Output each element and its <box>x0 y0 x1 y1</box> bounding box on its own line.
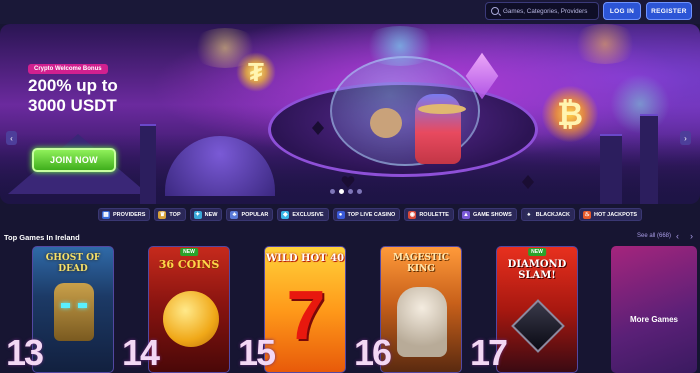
rank-number: 16 <box>354 332 392 373</box>
hero-banner[interactable]: ₮ ₿ Crypto Welcome Bonus 200% up to 3000… <box>0 24 700 204</box>
register-button[interactable]: REGISTER <box>646 2 692 20</box>
blackjack-icon: ♠ <box>524 210 533 219</box>
game-title: GHOST OF DEAD <box>45 253 101 274</box>
heart-suit-icon <box>341 176 355 188</box>
promo-title-line1: 200% up to <box>28 76 118 95</box>
promo-title-line2: 3000 USDT <box>28 96 117 115</box>
search-placeholder: Games, Categories, Providers <box>503 7 588 15</box>
seven-symbol-icon: 7 <box>286 276 326 354</box>
category-game-shows[interactable]: ▲ GAME SHOWS <box>457 208 517 221</box>
chevron-right-icon[interactable]: › <box>690 231 693 241</box>
promo-tag: Crypto Welcome Bonus <box>28 64 108 74</box>
category-popular[interactable]: ♣ POPULAR <box>226 208 274 221</box>
tether-icon: ₮ <box>236 52 276 92</box>
game-card-magestic-king[interactable]: MAGESTIC KING <box>380 246 462 373</box>
game-card-wild-hot-40[interactable]: WILD HOT 40 7 <box>264 246 346 373</box>
rank-number: 15 <box>238 332 276 373</box>
new-badge: NEW <box>528 248 546 256</box>
category-top-live-casino[interactable]: ● TOP LIVE CASINO <box>332 208 401 221</box>
carousel-prev-button[interactable]: ‹ <box>6 131 17 145</box>
game-card-36-coins[interactable]: NEW 36 COINS <box>148 246 230 373</box>
game-card-ghost-of-dead[interactable]: GHOST OF DEAD <box>32 246 114 373</box>
mask-illustration <box>54 283 94 341</box>
category-providers[interactable]: ▦ PROVIDERS <box>98 208 151 221</box>
rank-number: 13 <box>6 332 44 373</box>
carousel-dot-active[interactable] <box>339 189 344 194</box>
eye-glow <box>78 303 87 308</box>
new-badge: NEW <box>180 248 198 256</box>
diamond-illustration <box>511 299 565 353</box>
providers-icon: ▦ <box>102 210 110 219</box>
category-bar: ▦ PROVIDERS ♛ TOP ✦ NEW ♣ POPULAR ◆ EXCLUSIVE… <box>98 208 643 221</box>
diamond-icon: ◆ <box>281 210 290 219</box>
category-hot-jackpots[interactable]: ♨ HOT JACKPOTS <box>579 208 643 221</box>
carousel-dot[interactable] <box>330 189 335 194</box>
category-roulette[interactable]: ◉ ROULETTE <box>404 208 454 221</box>
building-decoration <box>600 134 622 204</box>
section-title: Top Games In Ireland <box>4 233 80 242</box>
category-label: POPULAR <box>241 211 269 218</box>
category-blackjack[interactable]: ♠ BLACKJACK <box>520 208 576 221</box>
category-label: PROVIDERS <box>113 211 146 218</box>
game-card-diamond-slam[interactable]: NEW DIAMOND SLAM! <box>496 246 578 373</box>
login-button[interactable]: LOG IN <box>603 2 641 20</box>
game-title: DIAMOND SLAM! <box>507 259 567 281</box>
diamond-suit-icon <box>522 175 534 189</box>
search-input[interactable]: Games, Categories, Providers <box>485 2 599 20</box>
game-title: WILD HOT 40 <box>265 253 345 264</box>
popular-icon: ♣ <box>230 210 239 219</box>
trophy-icon: ♛ <box>158 210 167 219</box>
category-exclusive[interactable]: ◆ EXCLUSIVE <box>277 208 329 221</box>
category-label: ROULETTE <box>419 211 449 218</box>
chevron-left-icon[interactable]: ‹ <box>676 231 679 241</box>
category-new[interactable]: ✦ NEW <box>189 208 223 221</box>
pug-illustration <box>370 108 402 138</box>
bitcoin-icon: ₿ <box>542 86 598 142</box>
rank-number: 17 <box>470 332 508 373</box>
rank-number: 14 <box>122 332 160 373</box>
roulette-icon: ◉ <box>408 210 417 219</box>
category-label: BLACKJACK <box>535 211 571 218</box>
chevron-left-icon: ‹ <box>10 133 13 143</box>
building-decoration <box>140 124 156 204</box>
live-casino-icon: ● <box>336 210 345 219</box>
new-icon: ✦ <box>193 210 202 219</box>
search-icon <box>491 7 499 15</box>
category-label: TOP LIVE CASINO <box>347 211 396 218</box>
diamond-suit-icon <box>312 121 324 135</box>
carousel-dot[interactable] <box>357 189 362 194</box>
eye-glow <box>61 303 70 308</box>
carousel-next-button[interactable]: › <box>680 131 691 145</box>
fire-icon: ♨ <box>583 210 592 219</box>
chevron-right-icon: › <box>684 133 687 143</box>
game-shows-icon: ▲ <box>461 210 470 219</box>
category-label: GAME SHOWS <box>472 211 512 218</box>
see-all-link[interactable]: See all (668) <box>637 233 671 239</box>
lion-illustration <box>397 287 447 357</box>
firework-decoration <box>570 24 640 64</box>
category-label: HOT JACKPOTS <box>594 211 638 218</box>
more-games-label: More Games <box>629 315 679 324</box>
category-label: TOP <box>169 211 181 218</box>
join-now-button[interactable]: JOIN NOW <box>32 148 116 172</box>
category-top[interactable]: ♛ TOP <box>154 208 186 221</box>
category-label: EXCLUSIVE <box>292 211 324 218</box>
hat-illustration <box>418 104 466 114</box>
more-games-card[interactable]: More Games <box>611 246 697 373</box>
carousel-dot[interactable] <box>348 189 353 194</box>
category-label: NEW <box>204 211 218 218</box>
game-title: MAGESTIC KING <box>392 253 450 274</box>
promo-title: 200% up to 3000 USDT <box>28 76 228 116</box>
building-decoration <box>640 114 658 204</box>
gold-coin-illustration <box>163 291 219 347</box>
carousel-dots <box>330 189 362 194</box>
game-title: 36 COINS <box>158 258 220 271</box>
